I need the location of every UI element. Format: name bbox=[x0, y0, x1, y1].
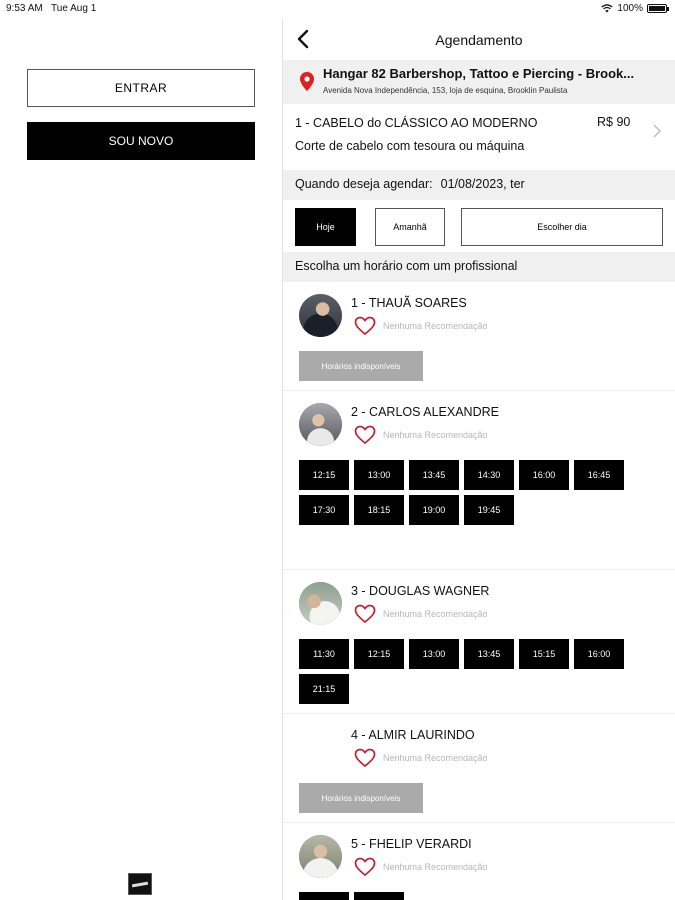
time-slot-button[interactable] bbox=[354, 892, 404, 900]
left-pane: ENTRAR SOU NOVO bbox=[0, 18, 282, 900]
time-slot-button[interactable]: 16:00 bbox=[574, 639, 624, 669]
professional-card: 3 - DOUGLAS WAGNER Nenhuma Recomendação … bbox=[283, 570, 675, 714]
professional-name: 1 - THAUÃ SOARES bbox=[351, 296, 467, 310]
recommendation-text: Nenhuma Recomendação bbox=[383, 430, 488, 440]
date-label: Quando deseja agendar: bbox=[295, 177, 433, 191]
time-slot-button[interactable]: 13:00 bbox=[354, 460, 404, 490]
time-slot-button[interactable]: 13:45 bbox=[464, 639, 514, 669]
avatar bbox=[299, 403, 342, 446]
shop-name: Hangar 82 Barbershop, Tattoo e Piercing … bbox=[323, 66, 635, 81]
heart-outline-icon[interactable] bbox=[354, 748, 376, 768]
avatar bbox=[299, 294, 342, 337]
shop-address: Avenida Nova Independência, 153, loja de… bbox=[323, 86, 568, 95]
battery-icon bbox=[647, 4, 669, 13]
time-slot-button[interactable]: 13:45 bbox=[409, 460, 459, 490]
wifi-icon bbox=[601, 4, 614, 13]
service-title: 1 - CABELO do CLÁSSICO AO MODERNO bbox=[295, 116, 538, 130]
today-button[interactable]: Hoje bbox=[295, 208, 356, 246]
page-title: Agendamento bbox=[435, 32, 523, 48]
status-time: 9:53 AM Tue Aug 1 bbox=[6, 3, 97, 14]
day-selector: Hoje Amanhã Escolher dia bbox=[283, 200, 675, 252]
section-title: Escolha um horário com um profissional bbox=[283, 252, 675, 282]
professional-card: 5 - FHELIP VERARDI Nenhuma Recomendação bbox=[283, 823, 675, 900]
status-indicators: 100% bbox=[601, 3, 669, 14]
chevron-right-icon bbox=[653, 124, 661, 138]
nav-bar: Agendamento bbox=[283, 18, 675, 60]
professional-card: 4 - ALMIR LAURINDO Nenhuma Recomendação … bbox=[283, 714, 675, 823]
time-slot-button[interactable]: 14:30 bbox=[464, 460, 514, 490]
recommendation-text: Nenhuma Recomendação bbox=[383, 321, 488, 331]
service-description: Corte de cabelo com tesoura ou máquina bbox=[295, 139, 525, 153]
professional-name: 5 - FHELIP VERARDI bbox=[351, 837, 472, 851]
time-slot-button[interactable]: 15:15 bbox=[519, 639, 569, 669]
date-row: Quando deseja agendar: 01/08/2023, ter bbox=[283, 170, 675, 200]
time-slot-button[interactable]: 18:15 bbox=[354, 495, 404, 525]
time-slot-button[interactable]: 13:00 bbox=[409, 639, 459, 669]
time-slots bbox=[299, 892, 669, 900]
unavailable-badge: Horários indisponíveis bbox=[299, 783, 423, 813]
brand-logo bbox=[128, 873, 152, 895]
avatar bbox=[299, 582, 342, 625]
status-bar: 9:53 AM Tue Aug 1 100% bbox=[0, 0, 675, 18]
time-slot-button[interactable]: 16:45 bbox=[574, 460, 624, 490]
recommendation-text: Nenhuma Recomendação bbox=[383, 862, 488, 872]
heart-outline-icon[interactable] bbox=[354, 857, 376, 877]
booking-pane: Agendamento Hangar 82 Barbershop, Tattoo… bbox=[283, 18, 675, 900]
time-slot-button[interactable]: 21:15 bbox=[299, 674, 349, 704]
status-date: Tue Aug 1 bbox=[51, 3, 97, 14]
time-slot-button[interactable]: 12:15 bbox=[354, 639, 404, 669]
unavailable-badge: Horários indisponíveis bbox=[299, 351, 423, 381]
recommendation-text: Nenhuma Recomendação bbox=[383, 753, 488, 763]
time-slot-button[interactable]: 17:30 bbox=[299, 495, 349, 525]
login-button[interactable]: ENTRAR bbox=[27, 69, 255, 107]
date-value: 01/08/2023, ter bbox=[440, 177, 525, 191]
time-slots: 12:15 13:00 13:45 14:30 16:00 16:45 17:3… bbox=[299, 460, 669, 530]
time-slot-button[interactable]: 19:45 bbox=[464, 495, 514, 525]
battery-percent: 100% bbox=[617, 3, 643, 14]
tomorrow-button[interactable]: Amanhã bbox=[375, 208, 445, 246]
heart-outline-icon[interactable] bbox=[354, 316, 376, 336]
time-slot-button[interactable] bbox=[299, 892, 349, 900]
professional-name: 3 - DOUGLAS WAGNER bbox=[351, 584, 490, 598]
time-slot-button[interactable]: 11:30 bbox=[299, 639, 349, 669]
professional-card: 1 - THAUÃ SOARES Nenhuma Recomendação Ho… bbox=[283, 282, 675, 391]
service-price: R$ 90 bbox=[597, 115, 631, 129]
heart-outline-icon[interactable] bbox=[354, 425, 376, 445]
heart-outline-icon[interactable] bbox=[354, 604, 376, 624]
avatar bbox=[299, 835, 342, 878]
choose-day-button[interactable]: Escolher dia bbox=[461, 208, 663, 246]
service-card[interactable]: 1 - CABELO do CLÁSSICO AO MODERNO R$ 90 … bbox=[283, 104, 675, 170]
professional-card: 2 - CARLOS ALEXANDRE Nenhuma Recomendaçã… bbox=[283, 391, 675, 570]
time-slots: 11:30 12:15 13:00 13:45 15:15 16:00 21:1… bbox=[299, 639, 669, 709]
signup-button[interactable]: SOU NOVO bbox=[27, 122, 255, 160]
professional-name: 2 - CARLOS ALEXANDRE bbox=[351, 405, 499, 419]
time-slot-button[interactable]: 19:00 bbox=[409, 495, 459, 525]
shop-card[interactable]: Hangar 82 Barbershop, Tattoo e Piercing … bbox=[283, 60, 675, 104]
recommendation-text: Nenhuma Recomendação bbox=[383, 609, 488, 619]
location-pin-icon bbox=[300, 72, 314, 91]
professional-name: 4 - ALMIR LAURINDO bbox=[351, 728, 475, 742]
time-slot-button[interactable]: 12:15 bbox=[299, 460, 349, 490]
time-slot-button[interactable]: 16:00 bbox=[519, 460, 569, 490]
